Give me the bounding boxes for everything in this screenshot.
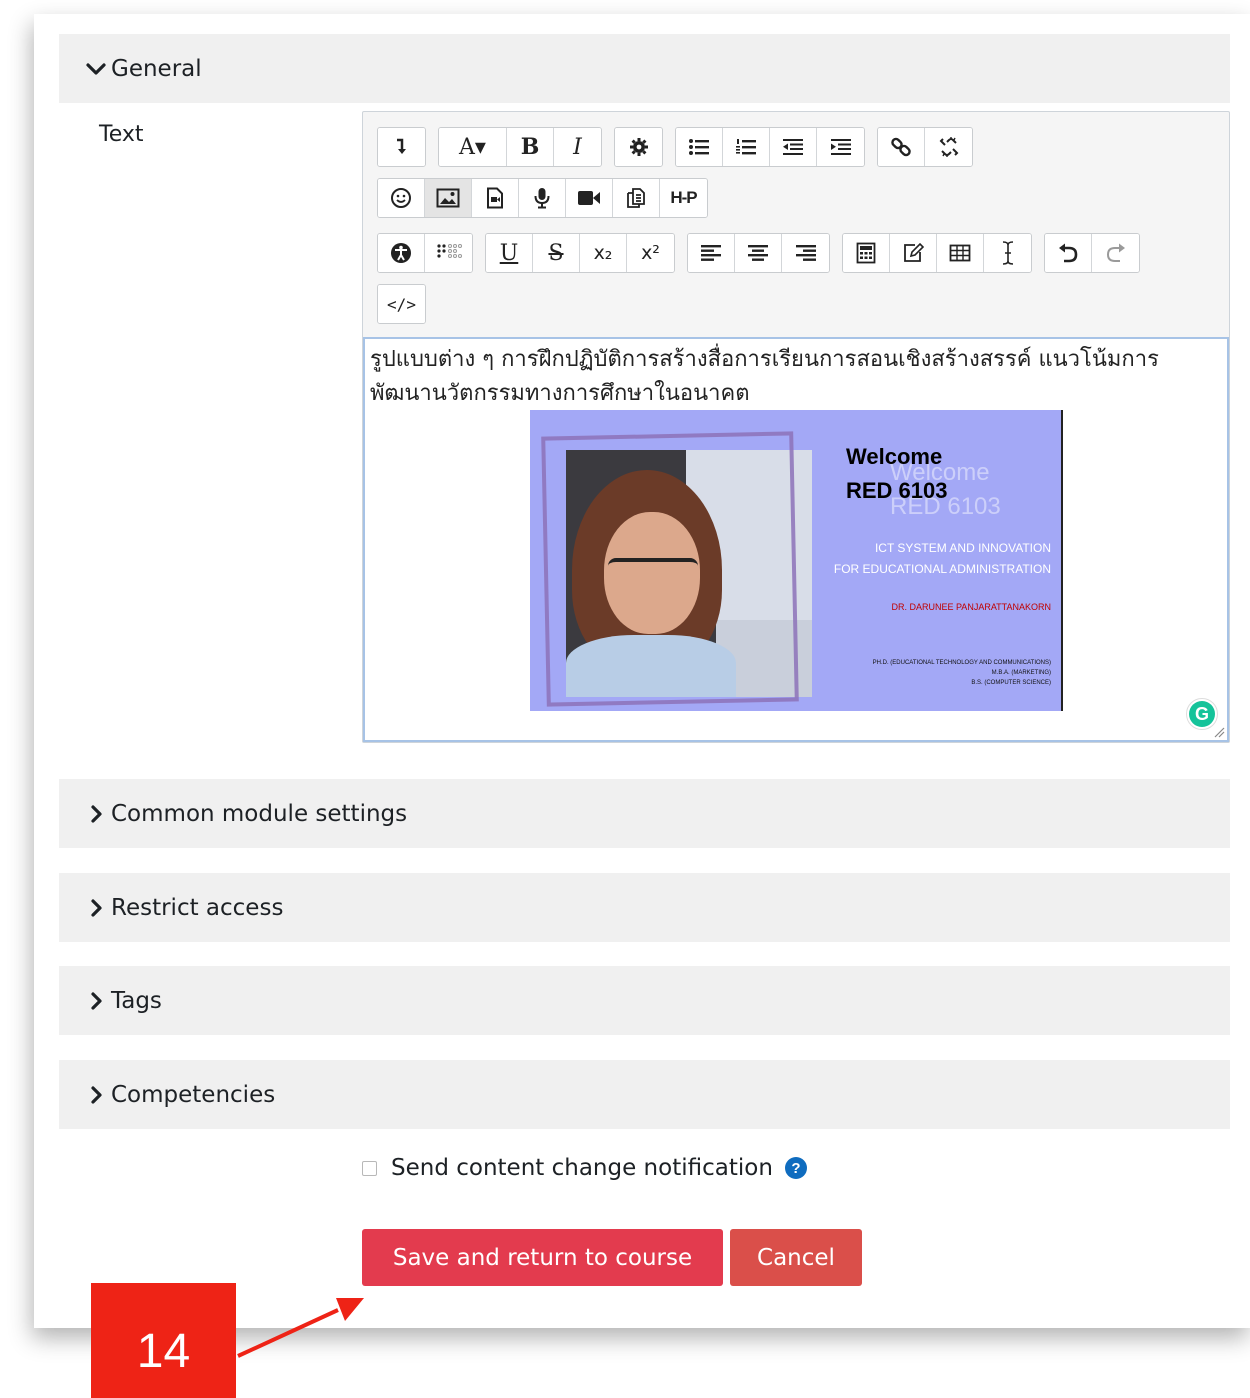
toolbar-group-links <box>877 127 973 167</box>
bulleted-list-icon[interactable] <box>676 128 723 166</box>
h5p-icon[interactable]: H-P <box>660 179 707 217</box>
content-change-notification: Send content change notification ? <box>362 1155 807 1181</box>
notification-label[interactable]: Send content change notification <box>391 1155 773 1181</box>
font-color-icon[interactable]: A▾ <box>439 128 507 166</box>
toolbar-group-align <box>687 233 830 273</box>
expand-toolbar-icon[interactable] <box>378 128 425 166</box>
redo-icon[interactable] <box>1092 234 1139 272</box>
record-video-icon[interactable] <box>566 179 613 217</box>
help-icon[interactable]: ? <box>784 1157 807 1179</box>
toolbar-group-insert <box>842 233 1032 273</box>
indent-icon[interactable] <box>817 128 864 166</box>
toolbar-row-2: H-P <box>377 178 720 218</box>
chevron-right-icon <box>85 897 107 919</box>
section-competencies-label: Competencies <box>111 1081 276 1108</box>
strikethrough-icon[interactable]: S <box>533 234 580 272</box>
toolbar-row-4: </> <box>377 284 438 324</box>
section-competencies[interactable]: Competencies <box>59 1060 1230 1129</box>
image-title-line-1: Welcome <box>846 444 943 469</box>
section-tags-label: Tags <box>111 987 162 1014</box>
clear-formatting-icon[interactable] <box>984 234 1031 272</box>
embedded-image[interactable]: Welcome RED 6103 Welcome RED 6103 ICT SY… <box>530 410 1063 711</box>
media-file-icon[interactable] <box>472 179 519 217</box>
manage-files-icon[interactable] <box>613 179 660 217</box>
section-common-module-settings-label: Common module settings <box>111 800 408 827</box>
editor-text: รูปแบบต่าง ๆ การฝึกปฏิบัติการสร้างสื่อกา… <box>370 347 1159 406</box>
toolbar-group-collapse <box>377 127 426 167</box>
toolbar-row-3: U S x₂ x² <box>377 233 1152 273</box>
section-common-module-settings[interactable]: Common module settings <box>59 779 1230 848</box>
settings-icon[interactable] <box>615 128 662 166</box>
outdent-icon[interactable] <box>770 128 817 166</box>
toolbar-row-1: A▾ B I <box>377 127 985 167</box>
bold-icon[interactable]: B <box>507 128 554 166</box>
cancel-button[interactable]: Cancel <box>730 1229 862 1286</box>
toolbar-group-media: H-P <box>377 178 708 218</box>
align-right-icon[interactable] <box>782 234 829 272</box>
unlink-icon[interactable] <box>925 128 972 166</box>
save-and-return-button[interactable]: Save and return to course <box>362 1229 723 1286</box>
toolbar-group-source: </> <box>377 284 426 324</box>
chevron-down-icon <box>85 58 107 80</box>
image-edge <box>1061 410 1063 711</box>
table-icon[interactable] <box>937 234 984 272</box>
edit-icon[interactable] <box>890 234 937 272</box>
emoji-icon[interactable] <box>378 179 425 217</box>
superscript-icon[interactable]: x² <box>627 234 674 272</box>
image-subtitle-1: ICT SYSTEM AND INNOVATION <box>874 541 1051 555</box>
image-author: DR. DARUNEE PANJARATTANAKORN <box>891 602 1051 612</box>
accessibility-checker-icon[interactable] <box>378 234 425 272</box>
equation-editor-icon[interactable] <box>843 234 890 272</box>
toolbar-group-accessibility <box>377 233 473 273</box>
image-icon[interactable] <box>425 179 472 217</box>
editor-content-area[interactable]: รูปแบบต่าง ๆ การฝึกปฏิบัติการสร้างสื่อกา… <box>363 337 1229 742</box>
screenreader-helper-icon[interactable] <box>425 234 472 272</box>
align-center-icon[interactable] <box>735 234 782 272</box>
chevron-right-icon <box>85 1084 107 1106</box>
numbered-list-icon[interactable] <box>723 128 770 166</box>
chevron-right-icon <box>85 990 107 1012</box>
toolbar-group-history <box>1044 233 1140 273</box>
section-general-label: General <box>111 55 202 82</box>
record-audio-icon[interactable] <box>519 179 566 217</box>
underline-icon[interactable]: U <box>486 234 533 272</box>
align-left-icon[interactable] <box>688 234 735 272</box>
image-title-line-2: RED 6103 <box>846 478 948 503</box>
html-source-icon[interactable]: </> <box>378 285 425 323</box>
subscript-icon[interactable]: x₂ <box>580 234 627 272</box>
link-icon[interactable] <box>878 128 925 166</box>
image-subtitle-2: FOR EDUCATIONAL ADMINISTRATION <box>833 562 1051 576</box>
text-editor: A▾ B I H-P U S x₂ x² </> รูปแบบต่าง ๆ กา… <box>362 111 1230 743</box>
step-number-callout: 14 <box>91 1283 236 1398</box>
image-degree-3: B.S. (COMPUTER SCIENCE) <box>971 680 1051 686</box>
notification-checkbox[interactable] <box>362 1160 377 1176</box>
section-general[interactable]: General <box>59 34 1230 103</box>
grammarly-letter: G <box>1189 701 1215 727</box>
section-restrict-access-label: Restrict access <box>111 894 284 921</box>
text-field-label: Text <box>99 122 144 147</box>
resize-handle-icon[interactable] <box>1213 726 1225 738</box>
toolbar-group-settings <box>614 127 663 167</box>
image-title: Welcome RED 6103 <box>846 440 948 508</box>
section-restrict-access[interactable]: Restrict access <box>59 873 1230 942</box>
image-degree-2: M.B.A. (MARKETING) <box>991 670 1051 676</box>
undo-icon[interactable] <box>1045 234 1092 272</box>
section-tags[interactable]: Tags <box>59 966 1230 1035</box>
toolbar-group-lists <box>675 127 865 167</box>
toolbar-group-style: A▾ B I <box>438 127 602 167</box>
italic-icon[interactable]: I <box>554 128 601 166</box>
image-degree-1: PH.D. (EDUCATIONAL TECHNOLOGY AND COMMUN… <box>872 660 1051 666</box>
toolbar-group-text-format: U S x₂ x² <box>485 233 675 273</box>
image-frame <box>541 431 799 707</box>
chevron-right-icon <box>85 803 107 825</box>
